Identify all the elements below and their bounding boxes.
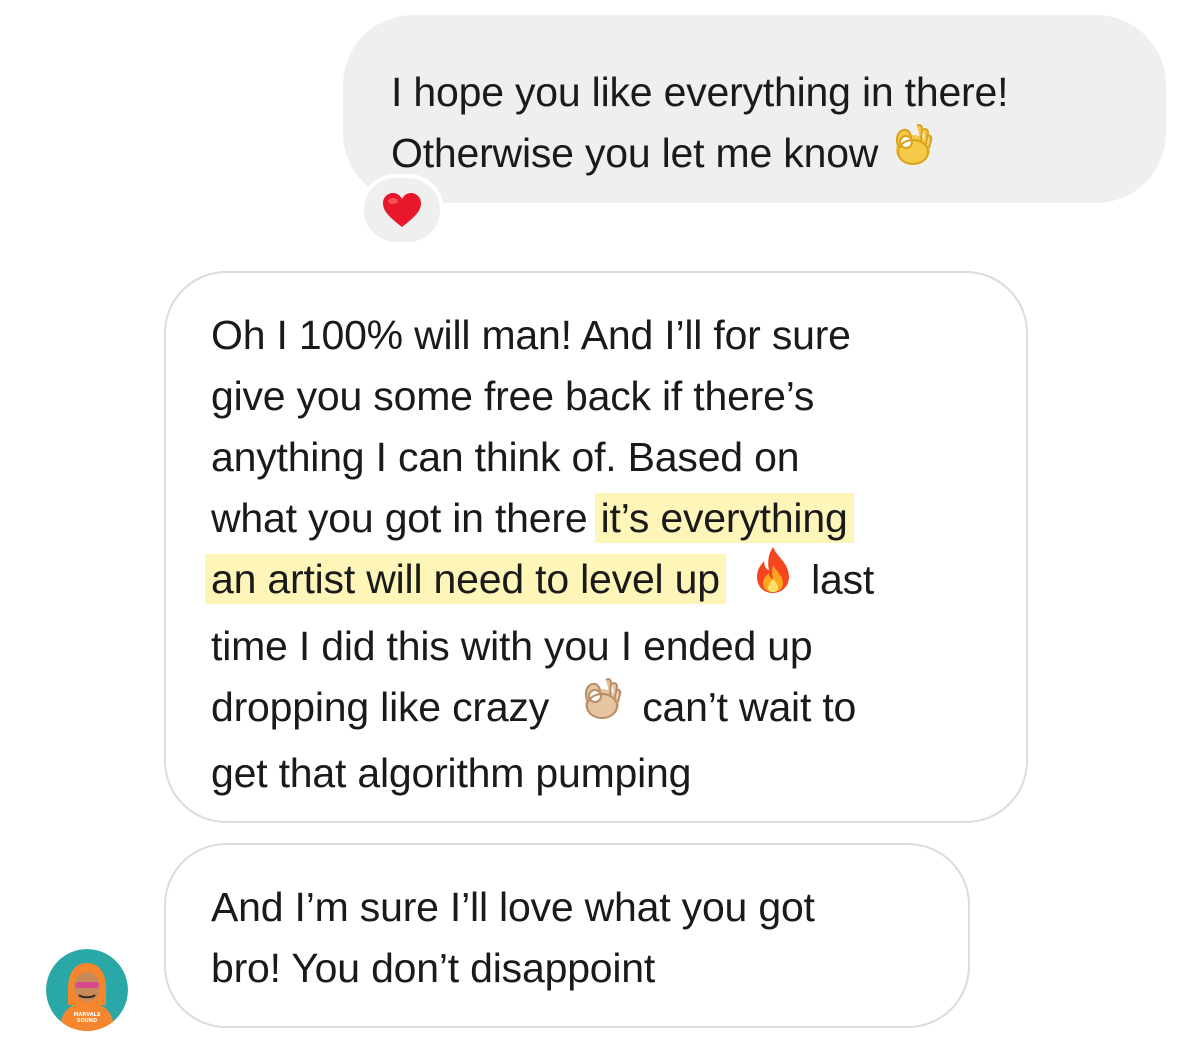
message-line: And I’m sure I’ll love what you got [211, 884, 815, 930]
sent-message-line-2-text: Otherwise you let me know [391, 130, 879, 176]
message-line-text: last [811, 556, 875, 603]
highlighted-text: it’s everything [594, 493, 854, 543]
fire-icon [751, 545, 795, 612]
message-line: bro! You don’t disappoint [211, 945, 656, 991]
sent-message-line-2: Otherwise you let me know [391, 123, 1136, 189]
avatar[interactable]: MARVALS SOUND [46, 949, 128, 1031]
message-line-text: what you got in there [211, 495, 599, 541]
message-line: what you got in there it’s everything [211, 488, 996, 549]
message-line-text: dropping like crazy [211, 684, 550, 730]
highlighted-text: an artist will need to level up [205, 554, 726, 605]
avatar-label-line-2: SOUND [76, 1018, 98, 1024]
message-line: Oh I 100% will man! And I’ll for sure [211, 312, 851, 358]
sent-message-bubble[interactable]: I hope you like everything in there! Oth… [343, 15, 1166, 203]
heart-icon [383, 193, 421, 227]
received-message-bubble[interactable]: Oh I 100% will man! And I’ll for sure gi… [164, 271, 1028, 823]
ok-hand-icon [889, 120, 935, 185]
sent-message-line-1: I hope you like everything in there! [391, 69, 1009, 115]
ok-hand-icon [578, 674, 624, 739]
message-line: dropping like crazy can’t wait to [211, 677, 996, 743]
message-line: time I did this with you I ended up [211, 623, 813, 669]
received-message-bubble[interactable]: And I’m sure I’ll love what you got bro!… [164, 843, 970, 1028]
message-line: an artist will need to level up last [205, 547, 996, 616]
message-line: anything I can think of. Based on [211, 434, 800, 480]
message-line: get that algorithm pumping [211, 749, 692, 796]
heart-reaction[interactable] [360, 174, 444, 246]
message-line: give you some free back if there’s [211, 373, 815, 419]
message-line-text: can’t wait to [642, 684, 857, 730]
